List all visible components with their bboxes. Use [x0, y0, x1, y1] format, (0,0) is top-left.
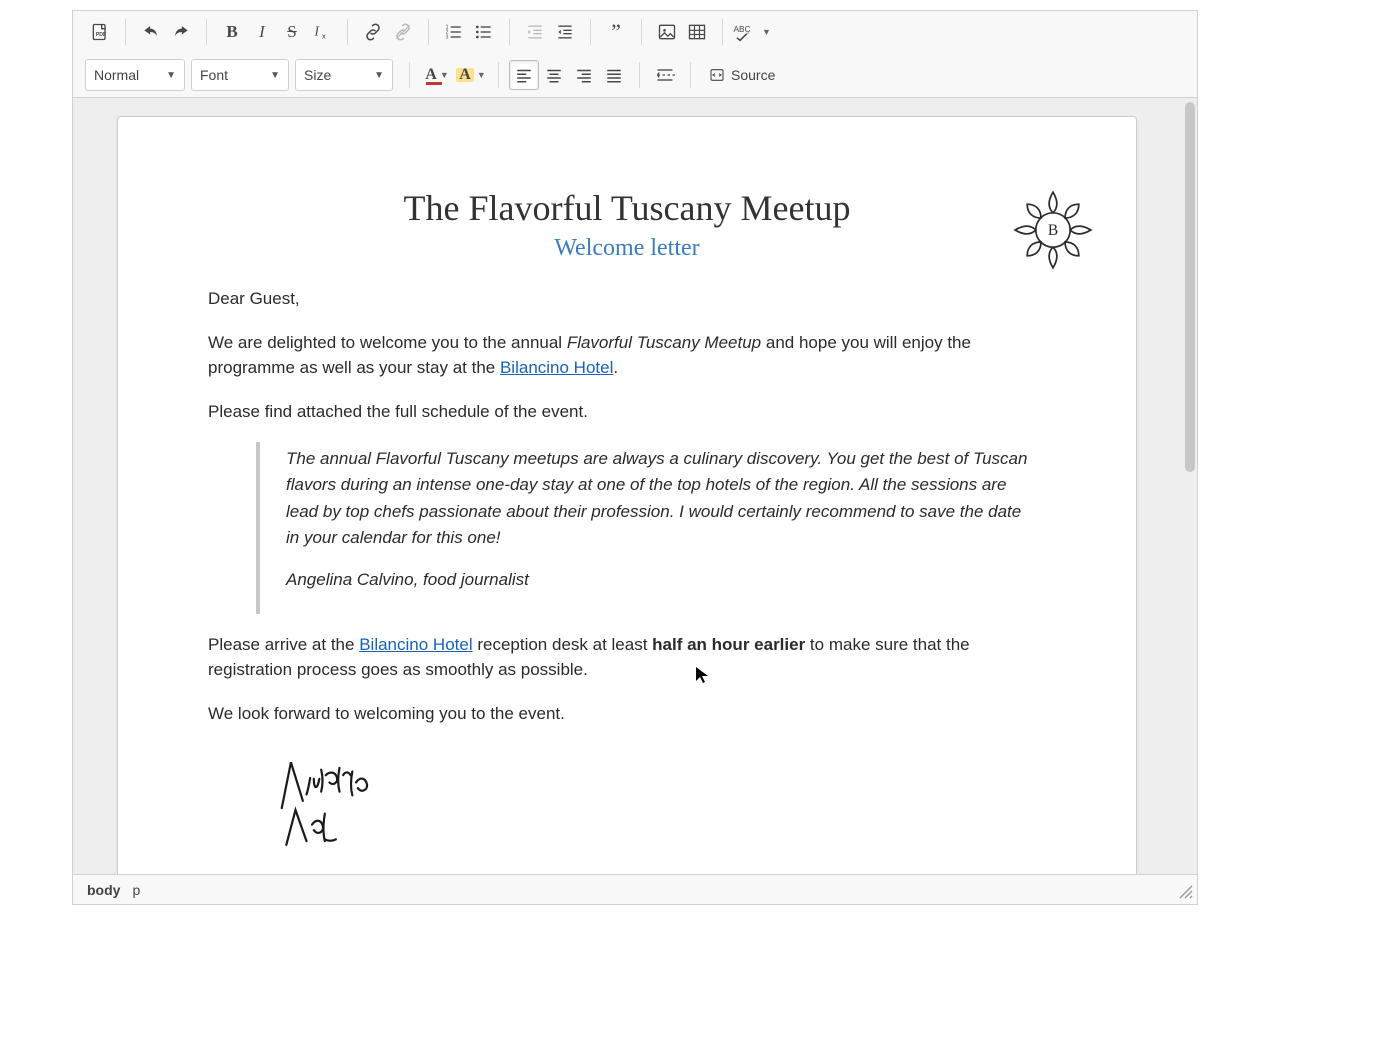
align-left-button[interactable]	[509, 60, 539, 90]
quote-body[interactable]: The annual Flavorful Tuscany meetups are…	[286, 446, 1032, 551]
svg-text:B: B	[1048, 222, 1058, 239]
toolbar: PDF B I S Ix	[73, 11, 1197, 98]
undo-button[interactable]	[136, 17, 166, 47]
signature-image	[268, 744, 1046, 854]
svg-text:ABÇ: ABÇ	[734, 24, 751, 34]
intro-paragraph[interactable]: We are delighted to welcome you to the a…	[208, 330, 1046, 381]
strikethrough-button[interactable]: S	[277, 17, 307, 47]
font-family-label: Font	[200, 67, 228, 83]
paragraph-format-label: Normal	[94, 67, 139, 83]
page-break-button[interactable]	[650, 60, 680, 90]
align-center-button[interactable]	[539, 60, 569, 90]
source-icon	[709, 67, 725, 83]
hotel-link-1[interactable]: Bilancino Hotel	[500, 358, 613, 377]
font-size-combo[interactable]: Size ▼	[295, 59, 393, 91]
svg-text:x: x	[322, 32, 326, 41]
indent-button[interactable]	[550, 17, 580, 47]
remove-format-button[interactable]: Ix	[307, 17, 337, 47]
export-pdf-button[interactable]: PDF	[85, 17, 115, 47]
chevron-down-icon: ▼	[260, 70, 280, 81]
testimonial-blockquote[interactable]: The annual Flavorful Tuscany meetups are…	[256, 442, 1046, 614]
closing-paragraph[interactable]: We look forward to welcoming you to the …	[208, 701, 1046, 727]
quote-attribution[interactable]: Angelina Calvino, food journalist	[286, 567, 1032, 593]
insert-image-button[interactable]	[652, 17, 682, 47]
source-button[interactable]: Source	[701, 60, 783, 90]
unlink-button[interactable]	[388, 17, 418, 47]
bold-button[interactable]: B	[217, 17, 247, 47]
svg-text:PDF: PDF	[96, 32, 106, 38]
document-title[interactable]: The Flavorful Tuscany Meetup	[208, 187, 1046, 229]
redo-button[interactable]	[166, 17, 196, 47]
editor-canvas[interactable]: B The Flavorful Tuscany Meetup Welcome l…	[73, 98, 1197, 874]
document-header: B The Flavorful Tuscany Meetup Welcome l…	[208, 187, 1046, 262]
source-label: Source	[731, 67, 775, 83]
spellcheck-button[interactable]: ABÇ ▼	[733, 17, 771, 47]
editor-app: PDF B I S Ix	[72, 10, 1198, 905]
italic-button[interactable]: I	[247, 17, 277, 47]
document-subtitle[interactable]: Welcome letter	[208, 235, 1046, 262]
status-bar: body p	[73, 874, 1197, 904]
blockquote-button[interactable]: ”	[601, 17, 631, 47]
chevron-down-icon: ▼	[156, 70, 176, 81]
greeting-paragraph[interactable]: Dear Guest,	[208, 286, 1046, 312]
text-color-button[interactable]: A▼	[420, 60, 454, 90]
chevron-down-icon: ▼	[364, 70, 384, 81]
schedule-paragraph[interactable]: Please find attached the full schedule o…	[208, 399, 1046, 425]
font-size-label: Size	[304, 67, 331, 83]
unordered-list-button[interactable]	[469, 17, 499, 47]
paragraph-format-combo[interactable]: Normal ▼	[85, 59, 185, 91]
hotel-link-2[interactable]: Bilancino Hotel	[359, 635, 472, 654]
link-button[interactable]	[358, 17, 388, 47]
svg-text:3: 3	[446, 35, 449, 41]
document-body[interactable]: Dear Guest, We are delighted to welcome …	[208, 286, 1046, 854]
resize-grip-icon[interactable]	[1179, 885, 1193, 902]
insert-table-button[interactable]	[682, 17, 712, 47]
highlight-color-button[interactable]: A▼	[454, 60, 488, 90]
align-justify-button[interactable]	[599, 60, 629, 90]
align-right-button[interactable]	[569, 60, 599, 90]
elements-path-body[interactable]: body	[87, 882, 120, 898]
font-family-combo[interactable]: Font ▼	[191, 59, 289, 91]
document-page[interactable]: B The Flavorful Tuscany Meetup Welcome l…	[117, 116, 1137, 874]
ordered-list-button[interactable]: 123	[439, 17, 469, 47]
outdent-button[interactable]	[520, 17, 550, 47]
logo-ornament-icon: B	[1010, 187, 1096, 273]
elements-path-p[interactable]: p	[132, 882, 140, 898]
arrival-paragraph[interactable]: Please arrive at the Bilancino Hotel rec…	[208, 632, 1046, 683]
svg-text:I: I	[314, 23, 320, 38]
scrollbar-thumb[interactable]	[1185, 102, 1195, 472]
